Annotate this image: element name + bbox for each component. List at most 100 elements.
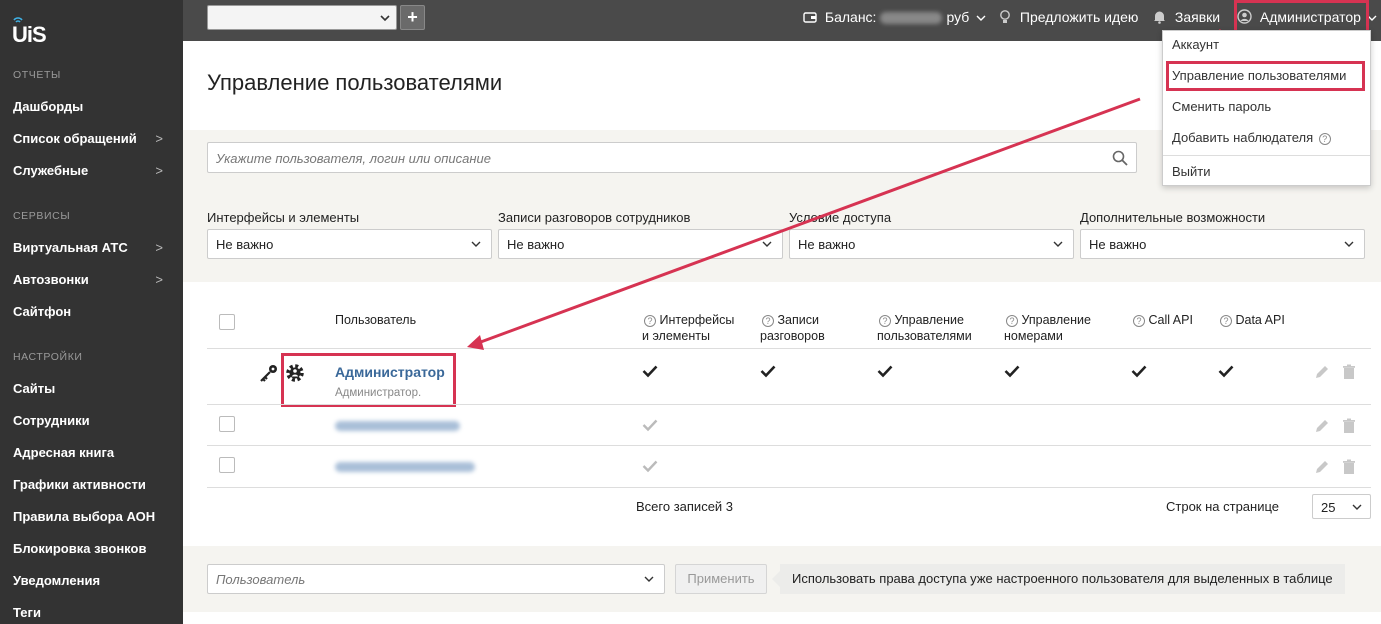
sidebar-item-dashboards[interactable]: Дашборды xyxy=(13,99,173,114)
bulk-hint: Использовать права доступа уже настроенн… xyxy=(772,564,1345,594)
sidebar-item-notifications[interactable]: Уведомления xyxy=(13,573,173,588)
project-select[interactable] xyxy=(207,5,397,30)
delete-icon[interactable] xyxy=(1341,418,1357,434)
rows-per-page-value: 25 xyxy=(1321,500,1336,515)
user-name-blurred[interactable] xyxy=(335,421,460,431)
help-icon[interactable]: ? xyxy=(879,314,891,327)
filter-select-value: Не важно xyxy=(507,237,565,252)
column-header-interfaces[interactable]: ? Интерфейсы и элементы xyxy=(642,312,734,344)
filter-select-value: Не важно xyxy=(798,237,856,252)
sidebar-item-activity-schedules[interactable]: Графики активности xyxy=(13,477,173,492)
delete-icon[interactable] xyxy=(1341,459,1357,475)
sidebar-item-label: Адресная книга xyxy=(13,445,115,460)
help-icon[interactable]: ? xyxy=(1220,314,1232,327)
requests-link[interactable]: Заявки xyxy=(1153,9,1220,25)
edit-icon[interactable] xyxy=(1314,459,1330,475)
balance-value-blurred xyxy=(880,12,943,25)
sidebar-item-label: Служебные xyxy=(13,163,89,178)
filter-select-records[interactable]: Не важно xyxy=(498,229,783,259)
table-divider xyxy=(207,487,1371,488)
column-header-call-api[interactable]: ? Call API xyxy=(1131,312,1193,328)
balance-label: Баланс: xyxy=(824,9,877,25)
sidebar-item-autocalls[interactable]: Автозвонки > xyxy=(13,272,173,287)
suggest-idea-link[interactable]: Предложить идею xyxy=(999,9,1138,25)
search-input[interactable]: Укажите пользователя, логин или описание xyxy=(207,142,1137,173)
column-header-user-management[interactable]: ? Управление пользователями xyxy=(877,312,972,344)
sidebar-item-label: Правила выбора АОН xyxy=(13,509,156,524)
suggest-idea-label: Предложить идею xyxy=(1019,9,1139,25)
section-title-services: СЕРВИСЫ xyxy=(13,210,71,222)
help-icon[interactable]: ? xyxy=(1318,132,1331,145)
sidebar-item-label: Список обращений xyxy=(13,131,137,146)
sidebar-item-label: Графики активности xyxy=(13,477,146,492)
table-divider xyxy=(207,348,1371,349)
sidebar-item-call-blocking[interactable]: Блокировка звонков xyxy=(13,541,173,556)
sidebar-item-sites[interactable]: Сайты xyxy=(13,381,173,396)
chevron-right-icon: > xyxy=(155,272,163,287)
select-all-checkbox[interactable] xyxy=(219,314,235,330)
rows-per-page-select[interactable]: 25 xyxy=(1312,494,1371,519)
edit-icon[interactable] xyxy=(1314,364,1330,380)
chevron-down-icon xyxy=(762,241,772,247)
sidebar-item-caller-id-rules[interactable]: Правила выбора АОН xyxy=(13,509,173,524)
column-header-line: Интерфейсы xyxy=(659,313,735,327)
row-checkbox[interactable] xyxy=(219,416,235,432)
help-icon[interactable]: ? xyxy=(1006,314,1018,327)
column-header-line: Управление xyxy=(1021,313,1091,327)
sidebar-item-label: Сайтфон xyxy=(13,304,72,319)
sidebar-item-virtual-pbx[interactable]: Виртуальная АТС > xyxy=(13,240,173,255)
sidebar-item-sitephone[interactable]: Сайтфон xyxy=(13,304,173,319)
sidebar-item-service[interactable]: Служебные > xyxy=(13,163,173,178)
filter-select-access-condition[interactable]: Не важно xyxy=(789,229,1074,259)
column-header-data-api[interactable]: ? Data API xyxy=(1218,312,1285,328)
check-icon xyxy=(1004,365,1020,378)
column-header-line: Управление xyxy=(894,313,964,327)
balance[interactable]: Баланс: руб xyxy=(803,9,986,25)
filter-select-additional[interactable]: Не важно xyxy=(1080,229,1365,259)
user-menu-dropdown: Аккаунт Управление пользователями Сменит… xyxy=(1162,30,1371,186)
menu-item-account[interactable]: Аккаунт xyxy=(1172,37,1219,52)
total-records: Всего записей 3 xyxy=(636,499,734,514)
apply-button[interactable]: Применить xyxy=(675,564,767,594)
help-icon[interactable]: ? xyxy=(1133,314,1145,327)
sidebar-item-label: Автозвонки xyxy=(13,272,89,287)
sidebar-item-tags[interactable]: Теги xyxy=(13,605,173,620)
sidebar-item-address-book[interactable]: Адресная книга xyxy=(13,445,173,460)
filter-label-additional: Дополнительные возможности xyxy=(1080,210,1266,225)
filter-select-value: Не важно xyxy=(1089,237,1147,252)
menu-item-change-password[interactable]: Сменить пароль xyxy=(1172,99,1271,114)
column-header-line: Записи xyxy=(777,313,819,327)
delete-icon[interactable] xyxy=(1341,364,1357,380)
column-header-numbers-management[interactable]: ? Управление номерами xyxy=(1004,312,1091,344)
highlight-box-admin-row xyxy=(281,353,456,407)
sidebar-item-label: Дашборды xyxy=(13,99,84,114)
lightbulb-icon xyxy=(1000,10,1010,23)
column-header-line: Data API xyxy=(1235,313,1285,327)
check-icon xyxy=(642,460,658,473)
edit-icon[interactable] xyxy=(1314,418,1330,434)
highlight-box-menu-item xyxy=(1166,61,1365,91)
sidebar-item-employees[interactable]: Сотрудники xyxy=(13,413,173,428)
table-divider xyxy=(207,445,1371,446)
section-title-reports: ОТЧЕТЫ xyxy=(13,69,61,81)
sidebar-item-requests-list[interactable]: Список обращений > xyxy=(13,131,173,146)
bulk-user-select[interactable]: Пользователь xyxy=(207,564,665,594)
row-checkbox[interactable] xyxy=(219,457,235,473)
check-icon xyxy=(1131,365,1147,378)
help-icon[interactable]: ? xyxy=(762,314,774,327)
user-name-blurred[interactable] xyxy=(335,462,475,472)
add-project-button[interactable]: + xyxy=(400,5,425,30)
menu-item-add-observer[interactable]: Добавить наблюдателя ? xyxy=(1172,130,1331,145)
menu-divider xyxy=(1163,155,1370,156)
search-placeholder: Укажите пользователя, логин или описание xyxy=(216,151,491,166)
logo[interactable]: UiS xyxy=(12,14,48,48)
chevron-down-icon xyxy=(644,576,654,582)
column-header-records[interactable]: ? Записи разговоров xyxy=(760,312,825,344)
filter-select-interfaces[interactable]: Не важно xyxy=(207,229,492,259)
help-icon[interactable]: ? xyxy=(644,314,656,327)
check-icon xyxy=(642,419,658,432)
search-icon[interactable] xyxy=(1112,150,1128,166)
menu-item-logout[interactable]: Выйти xyxy=(1172,164,1211,179)
column-header-user[interactable]: Пользователь xyxy=(335,312,416,328)
column-header-line: Call API xyxy=(1148,313,1193,327)
